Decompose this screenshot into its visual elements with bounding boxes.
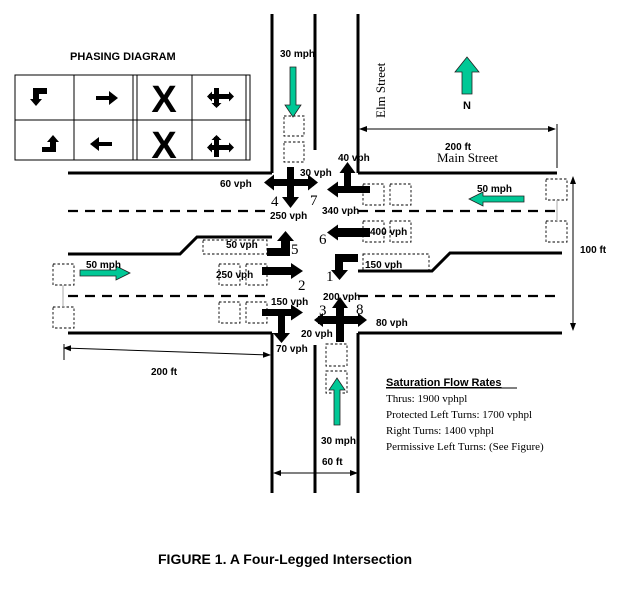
volume-eb-right-down: 70 vph [276, 344, 308, 355]
movement-number-1: 1 [326, 269, 334, 285]
volume-wb-left: 150 vph [365, 260, 402, 271]
speed-arrow-northbound [328, 377, 346, 426]
saturation-title: Saturation Flow Rates [386, 377, 502, 389]
x-mark: X [151, 125, 177, 167]
speed-arrow-southbound [284, 66, 302, 118]
volume-nb-left: 20 vph [301, 329, 333, 340]
movement-arrows-eastbound-right [262, 304, 303, 343]
movement-arrow-1 [331, 254, 358, 280]
intersection-diagram: PHASING DIAGRAM X X 30 mph 30 mph 50 mph… [14, 14, 607, 567]
movement-arrow-6 [327, 224, 370, 241]
road-edges [68, 14, 562, 493]
cross-arrows-icon [207, 135, 234, 157]
north-label: N [463, 100, 471, 112]
volume-wb-right: 40 vph [338, 153, 370, 164]
figure-caption: FIGURE 1. A Four-Legged Intersection [158, 551, 412, 567]
north-arrow-icon [454, 56, 480, 95]
volume-nb-through: 200 vph [323, 292, 360, 303]
dimension-label-bottom: 60 ft [322, 457, 343, 468]
volume-sb-through: 250 vph [270, 211, 307, 222]
street-name-elm: Elm Street [373, 62, 388, 118]
movement-number-3: 3 [319, 303, 327, 319]
volume-eb-through: 250 vph [216, 270, 253, 281]
left-turn-up-icon [42, 135, 59, 152]
movement-arrows-westbound-1 [327, 162, 370, 198]
movement-number-4: 4 [271, 194, 279, 210]
volume-sb-left: 60 vph [220, 179, 252, 190]
phasing-title: PHASING DIAGRAM [70, 51, 176, 63]
dimension-label-top: 200 ft [445, 142, 472, 153]
movement-number-5: 5 [291, 242, 299, 258]
speed-label-northbound: 30 mph [321, 436, 356, 447]
saturation-line: Protected Left Turns: 1700 vphpl [386, 409, 532, 421]
speed-label-eastbound: 50 mph [86, 260, 121, 271]
movement-number-8: 8 [356, 302, 364, 318]
phasing-diagram: PHASING DIAGRAM X X [14, 51, 251, 167]
speed-label-westbound: 50 mph [477, 184, 512, 195]
volume-sb-right: 30 vph [300, 168, 332, 179]
movement-arrow-2 [262, 263, 303, 279]
dimension-label-right: 100 ft [580, 245, 607, 256]
movement-number-7: 7 [310, 193, 318, 209]
movement-number-2: 2 [298, 278, 306, 294]
dimension-label-left: 200 ft [151, 367, 178, 378]
volume-eb-right: 150 vph [271, 297, 308, 308]
volume-eb-left: 50 vph [226, 240, 258, 251]
saturation-line: Thrus: 1900 vphpl [386, 393, 467, 405]
volume-wb-through: 340 vph [322, 206, 359, 217]
saturation-flow-rates: Saturation Flow Rates Thrus: 1900 vphpl … [386, 377, 544, 453]
volume-nb-right: 80 vph [376, 318, 408, 329]
speed-label-southbound: 30 mph [280, 49, 315, 60]
left-turn-down-icon [30, 88, 47, 106]
x-mark: X [151, 79, 177, 121]
cross-arrows-icon [207, 88, 234, 108]
volume-wb-through-2: 400 vph [370, 227, 407, 238]
saturation-line: Right Turns: 1400 vphpl [386, 425, 494, 437]
arrow-left-icon [90, 137, 112, 151]
movement-number-6: 6 [319, 232, 327, 248]
arrow-right-icon [96, 91, 118, 105]
movement-arrow-5 [267, 231, 294, 256]
saturation-line: Permissive Left Turns: (See Figure) [386, 441, 544, 453]
